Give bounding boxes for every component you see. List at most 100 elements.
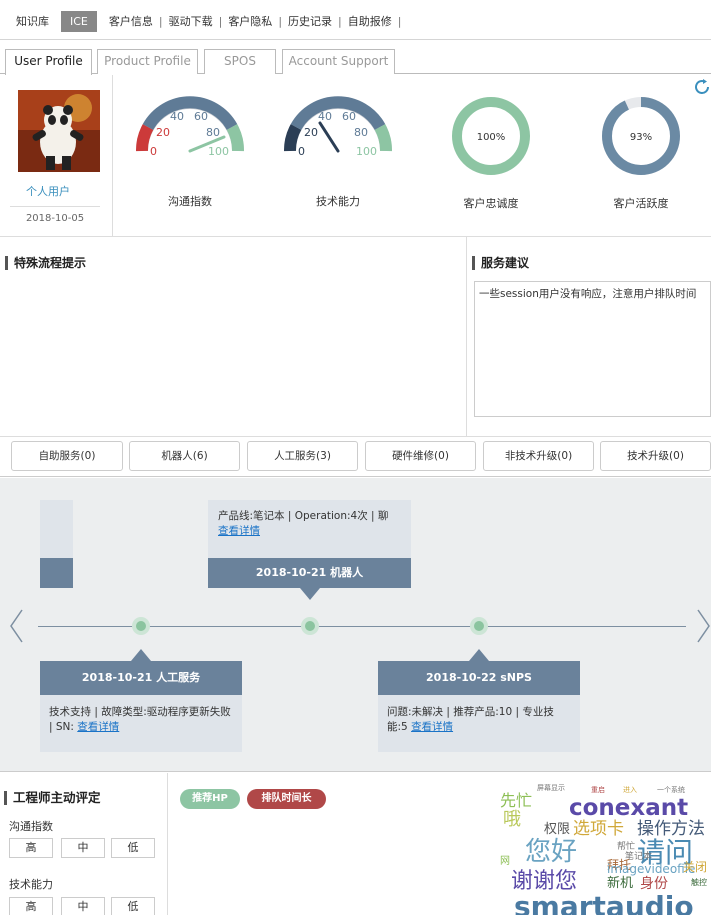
comm-low-button[interactable]: 低 [111,838,155,858]
service-filter-bar: 自助服务(0) 机器人(6) 人工服务(3) 硬件维修(0) 非技术升级(0) … [0,437,711,477]
wordcloud-word: 权限 [544,822,571,837]
nav-privacy[interactable]: 客户隐私 [222,13,278,29]
wordcloud-word: 您好 [525,837,578,867]
tech-low-button[interactable]: 低 [111,897,155,915]
comm-high-button[interactable]: 高 [9,838,53,858]
comm-rating-label: 沟通指数 [9,820,53,833]
wordcloud-word: 屏幕显示 [537,784,565,792]
robot-card-text: 产品线:笔记本 | Operation:4次 | 聊 [218,510,389,522]
special-process-title: 特殊流程提示 [5,256,86,270]
engineer-evaluation-row: 工程师主动评定 沟通指数 高 中 低 技术能力 高 中 低 推荐HP 排队时间长… [0,773,711,915]
manual-service-button[interactable]: 人工服务(3) [247,441,358,471]
tech-mid-button[interactable]: 中 [61,897,105,915]
timeline-next-arrow[interactable] [694,606,711,646]
recommend-hp-tag[interactable]: 推荐HP [180,789,240,809]
non-tech-escalation-button[interactable]: 非技术升级(0) [483,441,594,471]
timeline-node[interactable] [132,617,150,635]
nav-self-repair[interactable]: 自助报修 [342,13,398,29]
nav-separator: | [397,14,402,28]
nav-customer-info[interactable]: 客户信息 [103,13,159,29]
timeline-card-partial [40,500,73,558]
gauge-tick: 80 [354,126,368,139]
engineer-evaluation-panel: 工程师主动评定 沟通指数 高 中 低 技术能力 高 中 低 [0,773,168,915]
top-nav: 知识库 ICE 客户信息 | 驱动下载 | 客户隐私 | 历史记录 | 自助报修… [0,0,711,40]
comm-mid-button[interactable]: 中 [61,838,105,858]
long-queue-tag[interactable]: 排队时间长 [247,789,326,809]
timeline-prev-arrow[interactable] [6,606,26,646]
tech-ability-gauge: 0 20 40 60 80 100 [284,96,392,158]
nav-knowledge[interactable]: 知识库 [10,13,55,29]
notes-row: 特殊流程提示 服务建议 一些session用户没有响应，注意用户排队时间 [0,237,711,437]
gauge-tick: 0 [150,145,157,158]
activity-value: 93% [630,132,652,143]
robot-button[interactable]: 机器人(6) [129,441,240,471]
gauge-tick: 40 [318,110,332,123]
nav-history[interactable]: 历史记录 [282,13,338,29]
service-advice-panel: 服务建议 一些session用户没有响应，注意用户排队时间 [467,237,711,437]
gauge-tick: 40 [170,110,184,123]
nav-ice[interactable]: ICE [61,10,97,32]
wordcloud-word: 关闭 [683,860,708,874]
wordcloud-word: conexant [569,795,689,821]
nav-driver-download[interactable]: 驱动下载 [163,13,219,29]
activity-ring: 93% [602,97,680,175]
tech-escalation-button[interactable]: 技术升级(0) [600,441,711,471]
avatar-panel: 个人用户 2018-10-05 [0,75,113,237]
timeline-card-robot: 产品线:笔记本 | Operation:4次 | 聊 查看详情 [208,500,411,558]
timeline-pointer [300,588,320,600]
manual-details-link[interactable]: 查看详情 [77,721,119,733]
gauge-needle [318,121,340,153]
wordcloud-word: 进入 [623,786,637,794]
timeline-card-snps: 问题:未解决 | 推荐产品:10 | 专业技能:5 查看详情 [378,695,580,752]
communication-label: 沟通指数 [168,195,212,208]
wordcloud-word: 先忙 [500,791,533,810]
profile-summary: 个人用户 2018-10-05 0 20 40 60 80 100 沟通指数 0… [0,75,711,237]
special-process-panel: 特殊流程提示 [0,237,467,437]
avatar [18,90,100,172]
service-timeline: 产品线:笔记本 | Operation:4次 | 聊 查看详情 2018-10-… [0,478,711,772]
engineer-evaluation-title: 工程师主动评定 [4,791,101,805]
wordcloud-word: 选项卡 [573,819,624,839]
wordcloud-word: 重启 [591,786,605,794]
gauge-tick: 20 [156,126,170,139]
robot-card-head: 2018-10-21 机器人 [208,558,411,588]
refresh-icon[interactable] [693,78,711,96]
gauge-tick: 60 [194,110,208,123]
wordcloud-word: 一个系统 [657,786,685,794]
tab-product-profile[interactable]: Product Profile [97,49,198,74]
timeline-node[interactable] [301,617,319,635]
loyalty-ring: 100% [452,97,530,175]
gauge-tick: 60 [342,110,356,123]
manual-card-head: 2018-10-21 人工服务 [40,661,242,695]
hardware-repair-button[interactable]: 硬件维修(0) [365,441,476,471]
wordcloud-word: 网 [500,856,510,867]
profile-date: 2018-10-05 [10,206,100,228]
keyword-cloud: 先忙 哦 conexant 权限 选项卡 操作方法 您好 请问 拜托 谢谢您 新… [497,783,711,915]
profile-tabs: User Profile Product Profile SPOS Accoun… [0,40,711,75]
tab-account-support[interactable]: Account Support [282,49,395,74]
wordcloud-word: 笔记本 [625,852,653,862]
wordcloud-word: 触控 [691,878,707,887]
tech-ability-label: 技术能力 [316,195,360,208]
wordcloud-word: 新机 [607,876,634,891]
snps-card-head: 2018-10-22 sNPS [378,661,580,695]
timeline-node[interactable] [470,617,488,635]
robot-details-link[interactable]: 查看详情 [218,525,260,537]
wordcloud-word: 帮忙 [617,842,636,852]
timeline-card-manual: 技术支持 | 故障类型:驱动程序更新失败 | SN: 查看详情 [40,695,242,752]
loyalty-label: 客户忠诚度 [463,197,519,210]
wordcloud-word: smartaudio [514,890,694,915]
wordcloud-word: 哦 [503,809,521,830]
tab-spos[interactable]: SPOS [204,49,276,74]
self-service-button[interactable]: 自助服务(0) [11,441,123,471]
timeline-pointer [131,649,151,661]
service-advice-title: 服务建议 [472,256,529,270]
tab-user-profile[interactable]: User Profile [5,49,92,75]
tech-high-button[interactable]: 高 [9,897,53,915]
user-type-link[interactable]: 个人用户 [0,183,96,199]
activity-label: 客户活跃度 [613,197,669,210]
communication-gauge: 0 20 40 60 80 100 [136,96,244,158]
loyalty-value: 100% [477,132,506,143]
snps-details-link[interactable]: 查看详情 [411,721,453,733]
top-nav-row: 知识库 ICE 客户信息 | 驱动下载 | 客户隐私 | 历史记录 | 自助报修… [10,10,401,32]
